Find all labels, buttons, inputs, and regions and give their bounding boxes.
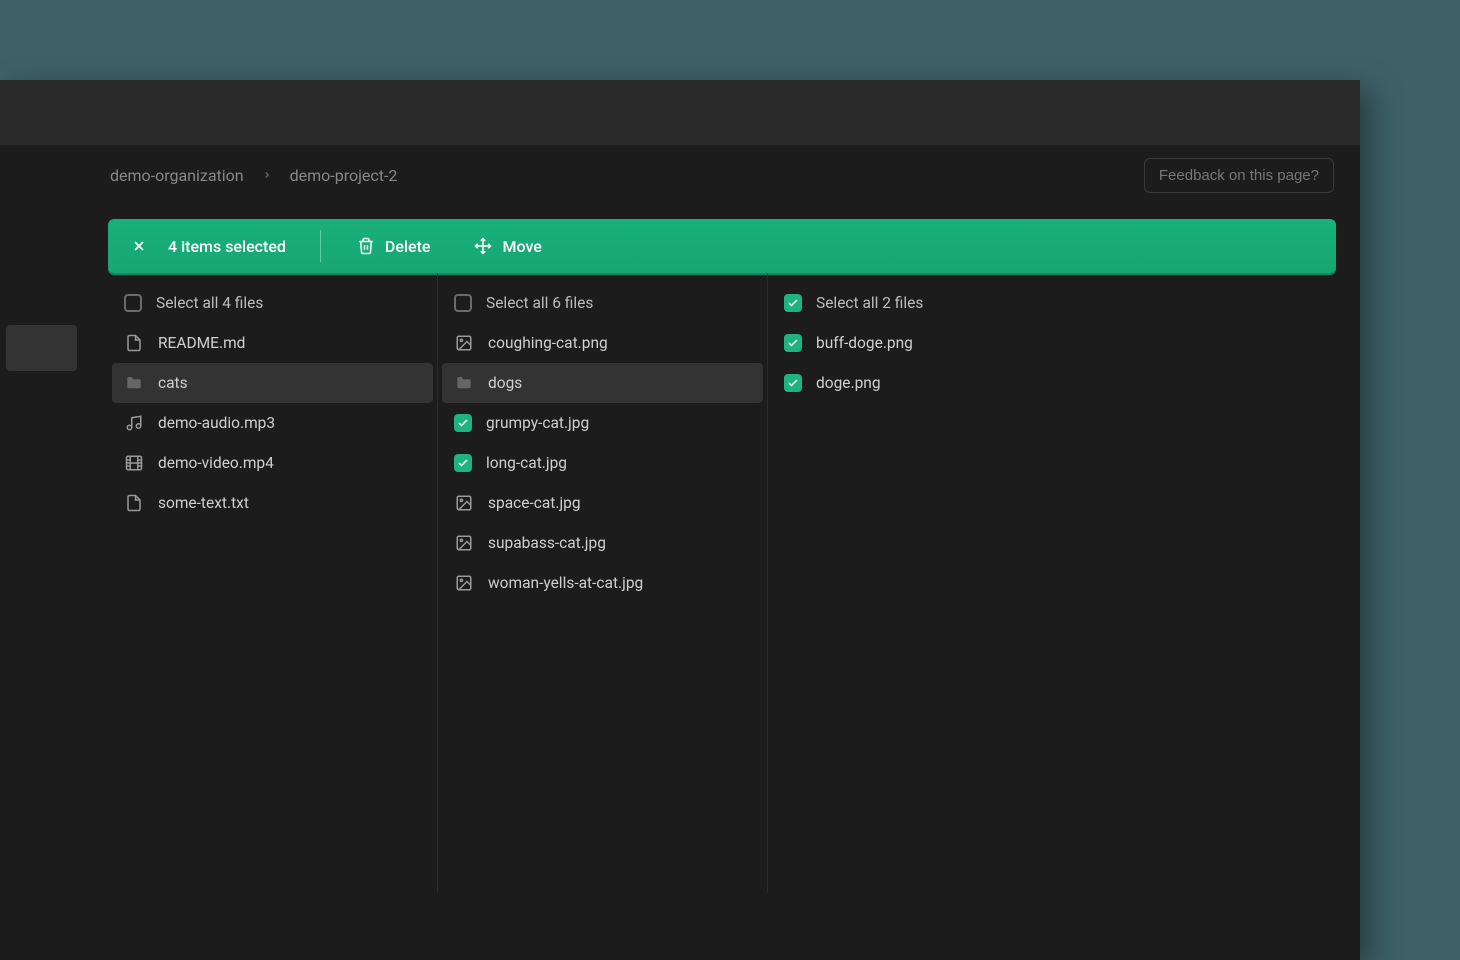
file-row[interactable]: demo-audio.mp3 xyxy=(112,403,433,443)
close-icon xyxy=(131,238,147,254)
checkbox[interactable] xyxy=(784,334,802,352)
file-row[interactable]: coughing-cat.png xyxy=(442,323,763,363)
move-label: Move xyxy=(502,237,541,256)
checkbox[interactable] xyxy=(784,374,802,392)
select-all-label: Select all 6 files xyxy=(486,294,751,312)
file-column: Select all 4 files README.md cats demo-audi… xyxy=(108,273,438,893)
main-area: demo-organization demo-project-2 Feedbac… xyxy=(84,145,1360,960)
folder-row[interactable]: cats xyxy=(112,363,433,403)
file-name: grumpy-cat.jpg xyxy=(486,414,751,432)
select-all-label: Select all 2 files xyxy=(816,294,1082,312)
checkbox[interactable] xyxy=(454,294,472,312)
file-name: space-cat.jpg xyxy=(488,494,751,512)
selection-action-bar: 4 items selected Delete Move xyxy=(108,219,1336,273)
film-icon xyxy=(124,453,144,473)
image-icon xyxy=(454,573,474,593)
file-name: coughing-cat.png xyxy=(488,334,751,352)
close-selection-button[interactable] xyxy=(118,225,160,267)
folder-icon xyxy=(124,373,144,393)
chevron-right-icon xyxy=(262,170,272,180)
file-name: README.md xyxy=(158,334,421,352)
image-icon xyxy=(454,533,474,553)
topbar xyxy=(0,80,1360,145)
divider xyxy=(320,230,321,262)
move-icon xyxy=(474,237,492,255)
move-button[interactable]: Move xyxy=(452,237,563,256)
folder-row[interactable]: dogs xyxy=(442,363,763,403)
file-row[interactable]: doge.png xyxy=(772,363,1094,403)
feedback-button[interactable]: Feedback on this page? xyxy=(1144,158,1334,193)
file-name: dogs xyxy=(488,374,751,392)
file-name: long-cat.jpg xyxy=(486,454,751,472)
file-row[interactable]: long-cat.jpg xyxy=(442,443,763,483)
select-all-row[interactable]: Select all 4 files xyxy=(112,283,433,323)
select-all-label: Select all 4 files xyxy=(156,294,421,312)
file-row[interactable]: README.md xyxy=(112,323,433,363)
select-all-row[interactable]: Select all 2 files xyxy=(772,283,1094,323)
checkbox[interactable] xyxy=(124,294,142,312)
delete-label: Delete xyxy=(385,237,431,256)
file-row[interactable]: woman-yells-at-cat.jpg xyxy=(442,563,763,603)
file-row[interactable]: some-text.txt xyxy=(112,483,433,523)
file-column: Select all 2 files buff-doge.png doge.png xyxy=(768,273,1098,893)
file-name: doge.png xyxy=(816,374,1082,392)
sidebar-active-item[interactable] xyxy=(6,325,77,371)
selection-status: 4 items selected xyxy=(160,237,306,256)
file-row[interactable]: grumpy-cat.jpg xyxy=(442,403,763,443)
image-icon xyxy=(454,333,474,353)
image-icon xyxy=(454,493,474,513)
file-name: demo-video.mp4 xyxy=(158,454,421,472)
trash-icon xyxy=(357,237,375,255)
sidebar xyxy=(0,145,84,960)
file-row[interactable]: space-cat.jpg xyxy=(442,483,763,523)
file-row[interactable]: buff-doge.png xyxy=(772,323,1094,363)
checkbox[interactable] xyxy=(454,414,472,432)
file-name: demo-audio.mp3 xyxy=(158,414,421,432)
delete-button[interactable]: Delete xyxy=(335,237,453,256)
file-name: buff-doge.png xyxy=(816,334,1082,352)
checkbox[interactable] xyxy=(784,294,802,312)
file-name: cats xyxy=(158,374,421,392)
file-columns: Select all 4 files README.md cats demo-audi… xyxy=(108,273,1336,893)
file-name: supabass-cat.jpg xyxy=(488,534,751,552)
music-icon xyxy=(124,413,144,433)
breadcrumb-project[interactable]: demo-project-2 xyxy=(290,166,398,185)
file-icon xyxy=(124,333,144,353)
file-name: woman-yells-at-cat.jpg xyxy=(488,574,751,592)
app-window: demo-organization demo-project-2 Feedbac… xyxy=(0,80,1360,960)
checkbox[interactable] xyxy=(454,454,472,472)
file-row[interactable]: supabass-cat.jpg xyxy=(442,523,763,563)
file-name: some-text.txt xyxy=(158,494,421,512)
breadcrumb-org[interactable]: demo-organization xyxy=(110,166,244,185)
select-all-row[interactable]: Select all 6 files xyxy=(442,283,763,323)
file-row[interactable]: demo-video.mp4 xyxy=(112,443,433,483)
breadcrumb: demo-organization demo-project-2 Feedbac… xyxy=(84,145,1360,205)
file-column: Select all 6 files coughing-cat.png dogs gr… xyxy=(438,273,768,893)
folder-icon xyxy=(454,373,474,393)
file-icon xyxy=(124,493,144,513)
